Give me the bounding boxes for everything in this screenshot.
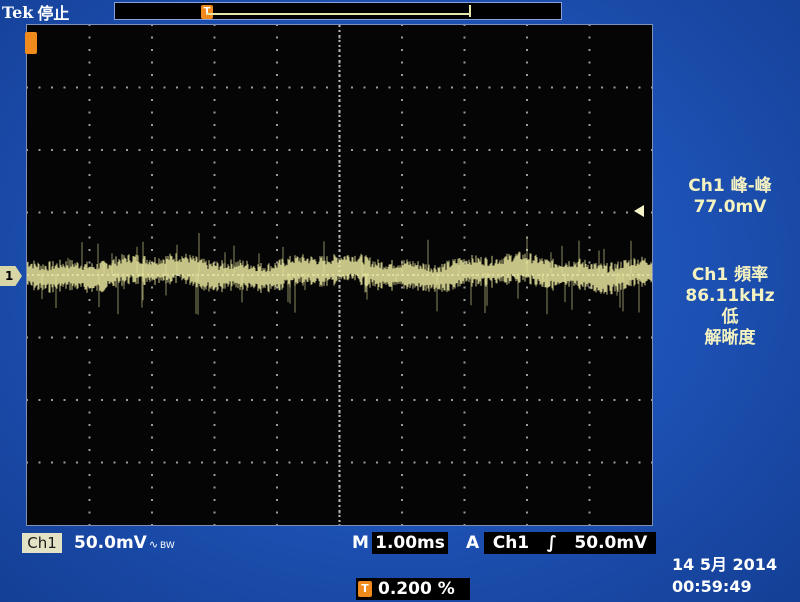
record-window-line: [206, 13, 470, 15]
record-position-bar[interactable]: T: [114, 2, 562, 20]
record-window-end: [469, 5, 471, 17]
channel-1-label[interactable]: Ch1: [22, 533, 62, 553]
horizontal-position-value: 0.200 %: [378, 579, 455, 599]
peak-to-peak-title: Ch1 峰-峰: [688, 176, 772, 196]
time-display: 00:59:49: [672, 577, 752, 596]
frequency-note-low: 低: [721, 307, 739, 327]
ch1-ground-marker[interactable]: 1: [0, 266, 22, 286]
frequency-title: Ch1 頻率: [691, 265, 769, 285]
frequency-measurement: Ch1 頻率 86.11kHz 低 解晰度: [660, 265, 800, 349]
trigger-source: Ch1: [492, 533, 530, 553]
trigger-level: 50.0mV: [574, 533, 648, 553]
timebase-label: M: [352, 533, 369, 553]
trigger-position-icon: T: [201, 5, 213, 19]
trigger-icon: T: [358, 581, 372, 597]
trigger-point-marker-icon: [25, 32, 37, 54]
rising-edge-icon: ∫: [546, 533, 557, 553]
trigger-settings[interactable]: Ch1 ∫ 50.0mV: [484, 532, 656, 554]
graticule-svg: [27, 25, 652, 525]
horizontal-position[interactable]: T 0.200 %: [356, 578, 470, 600]
trigger-level-arrow-icon: [634, 205, 644, 217]
frequency-note-resolution: 解晰度: [704, 328, 756, 348]
run-state-label: 停止: [37, 4, 70, 23]
waveform-graticule[interactable]: [26, 24, 653, 526]
header: Tek 停止: [2, 2, 70, 24]
channel-1-scale: 50.0mV ∿ BW: [74, 532, 175, 554]
date-display: 14 5月 2014: [672, 555, 778, 574]
brand-logo: Tek: [2, 2, 34, 22]
peak-to-peak-measurement: Ch1 峰-峰 77.0mV: [660, 176, 800, 218]
oscilloscope-screen: Tek 停止 T 1 Ch1 峰-峰 77.0mV Ch1 頻率 86.11kH…: [0, 0, 800, 602]
channel-scale-value: 50.0mV: [74, 533, 147, 553]
frequency-value: 86.11kHz: [685, 286, 775, 306]
timebase-value[interactable]: 1.00ms: [372, 532, 448, 554]
trigger-mode: A: [466, 533, 480, 553]
ac-coupling-icon: ∿: [148, 538, 159, 551]
peak-to-peak-value: 77.0mV: [693, 197, 767, 217]
bandwidth-limit-icon: BW: [160, 541, 175, 551]
